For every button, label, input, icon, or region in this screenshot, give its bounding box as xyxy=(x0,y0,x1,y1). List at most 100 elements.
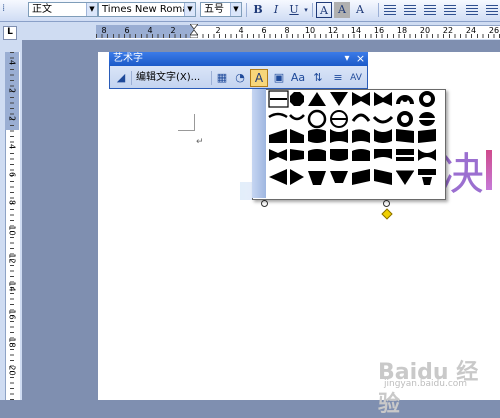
ruler-number: 18 xyxy=(396,26,408,35)
justify-icon[interactable] xyxy=(444,5,456,15)
size-combobox[interactable]: 五号 ▼ xyxy=(200,2,242,17)
align-center-icon[interactable] xyxy=(404,5,416,15)
vertical-ruler-number: 8 xyxy=(7,199,17,206)
shape-arch-pour-icon[interactable] xyxy=(351,113,371,122)
dropdown-arrow-icon[interactable]: ▾ xyxy=(302,2,310,18)
shape-inflate-bottom-icon[interactable] xyxy=(308,149,326,161)
vertical-ruler-number: 2 xyxy=(7,115,17,122)
align-left-icon[interactable] xyxy=(384,5,396,15)
watermark-url: jingyan.baidu.com xyxy=(384,379,468,389)
underline-button[interactable]: U xyxy=(286,2,302,18)
font-combobox[interactable]: Times New Roman ▼ xyxy=(98,2,196,17)
shape-fade-right-icon[interactable] xyxy=(269,169,287,185)
ruler-number: 4 xyxy=(238,26,244,35)
shape-inflate-top-icon[interactable] xyxy=(352,149,370,161)
vertical-ruler-number: 10 xyxy=(7,225,17,236)
close-icon[interactable]: × xyxy=(355,53,366,65)
shape-slant-up-icon[interactable] xyxy=(352,169,370,185)
wordart-shape-button[interactable]: A xyxy=(250,69,268,87)
shape-deflate-inflate-deflate-icon[interactable] xyxy=(418,149,436,161)
shape-cascade-down-icon[interactable] xyxy=(418,169,436,185)
shape-cascade-up-icon[interactable] xyxy=(396,170,414,185)
toolbar-separator xyxy=(246,3,247,17)
indent-marker-icon[interactable] xyxy=(190,24,198,38)
palette-grip[interactable] xyxy=(252,89,266,198)
edit-text-button[interactable]: 编辑文字(X)... xyxy=(136,70,200,86)
shape-arch-down-icon[interactable] xyxy=(268,112,288,119)
shape-curve-down-icon[interactable] xyxy=(290,129,304,143)
font-value: Times New Roman xyxy=(102,4,195,15)
char-shading-button[interactable]: A xyxy=(334,2,350,18)
shape-arch-up-icon[interactable] xyxy=(396,95,414,104)
format-wordart-icon[interactable]: ◔ xyxy=(232,70,248,86)
shape-deflate-top-icon[interactable] xyxy=(374,149,392,159)
shape-circle-icon[interactable] xyxy=(307,109,327,129)
shape-circle-pour-icon[interactable] xyxy=(397,111,413,127)
ruler-number: 8 xyxy=(101,26,107,35)
shape-arch-down-icon[interactable] xyxy=(289,114,305,121)
shape-can-down-icon[interactable] xyxy=(330,129,348,143)
char-scale-button[interactable]: A xyxy=(352,2,368,18)
ruler-ticks xyxy=(96,34,500,38)
shape-fade-down-icon[interactable] xyxy=(330,171,348,183)
italic-button[interactable]: I xyxy=(268,2,284,18)
char-spacing-icon[interactable]: AV xyxy=(348,70,364,86)
dropdown-arrow-icon[interactable]: ▼ xyxy=(184,3,195,16)
vertical-ruler-number: 20 xyxy=(7,365,17,376)
vertical-text-icon[interactable]: ⇅ xyxy=(310,70,326,86)
toolbar-separator xyxy=(312,3,313,17)
shape-double-wave1-icon[interactable] xyxy=(396,129,414,143)
shape-chevron-up-icon[interactable] xyxy=(352,92,370,106)
toolbar-separator xyxy=(131,71,132,85)
shape-deflate-bottom-icon[interactable] xyxy=(330,149,348,161)
wordart-toolbar-title[interactable]: 艺术字 xyxy=(109,52,368,66)
toolbar-separator xyxy=(378,3,379,17)
vertical-ruler-number: 18 xyxy=(7,337,17,348)
shape-plain-text-icon[interactable] xyxy=(268,90,289,108)
wordart-text[interactable]: 决 xyxy=(440,138,484,202)
shape-fade-left-icon[interactable] xyxy=(290,169,304,185)
shape-chevron-down-icon[interactable] xyxy=(374,92,392,106)
shape-slant-down-icon[interactable] xyxy=(374,169,392,185)
shape-button-pour-icon[interactable] xyxy=(330,110,348,128)
shape-wave2-icon[interactable] xyxy=(374,129,392,143)
shape-octagon-icon[interactable] xyxy=(290,92,304,106)
dropdown-arrow-icon[interactable]: ▼ xyxy=(86,3,97,16)
shape-can-up-icon[interactable] xyxy=(308,129,326,143)
toolbar-separator xyxy=(211,71,212,85)
shape-double-wave2-icon[interactable] xyxy=(418,129,436,143)
tab-selector-button[interactable]: L xyxy=(3,26,17,40)
insert-wordart-icon[interactable]: ◢ xyxy=(113,70,129,86)
align-right-icon[interactable] xyxy=(424,5,436,15)
wordart-gallery-icon[interactable]: ▦ xyxy=(214,70,230,86)
resize-handle[interactable] xyxy=(383,200,390,207)
alignment-icon[interactable]: ≡ xyxy=(330,70,346,86)
vertical-ruler-number: 4 xyxy=(7,59,17,66)
shape-deflate-inflate-icon[interactable] xyxy=(396,149,414,161)
toolbar-grip-icon[interactable]: ⁞ xyxy=(2,3,14,18)
shape-button-pour-icon[interactable] xyxy=(419,112,435,126)
shape-deflate-icon[interactable] xyxy=(290,149,304,161)
shape-arch-pour-icon[interactable] xyxy=(372,115,394,124)
shape-wave1-icon[interactable] xyxy=(352,129,370,143)
style-combobox[interactable]: 正文 ▼ xyxy=(28,2,98,17)
bullets-icon[interactable] xyxy=(486,5,498,15)
bold-button[interactable]: B xyxy=(250,2,266,18)
resize-handle[interactable] xyxy=(261,200,268,207)
same-height-icon[interactable]: Aa xyxy=(290,70,306,86)
dropdown-arrow-icon[interactable]: ▼ xyxy=(230,3,241,16)
char-border-button[interactable]: A xyxy=(316,2,332,18)
toolbar-options-icon[interactable]: ▾ xyxy=(341,52,353,66)
text-wrapping-icon[interactable]: ▣ xyxy=(271,70,287,86)
ruler-number: 22 xyxy=(442,26,454,35)
shape-button-icon[interactable] xyxy=(419,91,435,107)
ruler-number: 2 xyxy=(170,26,176,35)
shape-curve-up-icon[interactable] xyxy=(269,129,287,143)
numbering-icon[interactable] xyxy=(466,5,478,15)
shape-fade-up-icon[interactable] xyxy=(308,171,326,185)
shape-triangle-down-icon[interactable] xyxy=(330,92,348,106)
shape-inflate-icon[interactable] xyxy=(269,149,287,161)
vertical-ruler-number: 6 xyxy=(7,171,17,178)
shape-triangle-up-icon[interactable] xyxy=(308,92,326,106)
ruler-number: 24 xyxy=(465,26,477,35)
